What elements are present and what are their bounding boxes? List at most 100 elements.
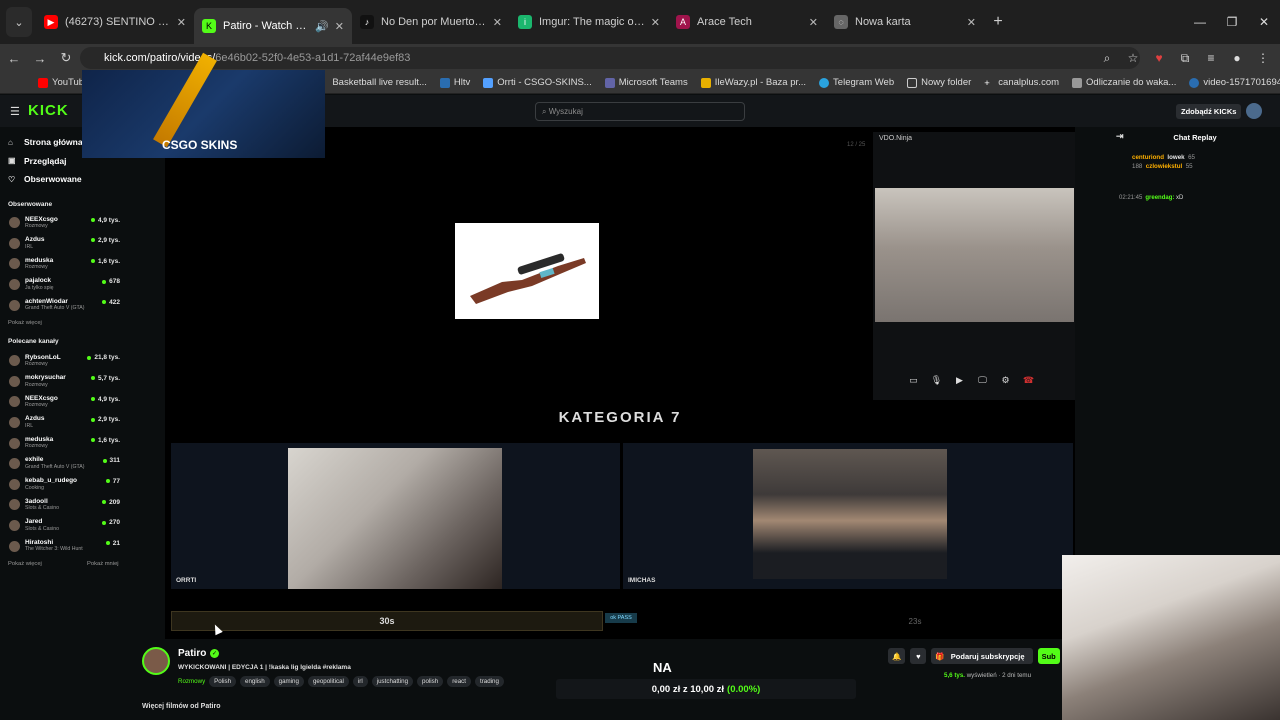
bookmark-orrti[interactable]: Orrti - CSGO-SKINS... bbox=[483, 77, 592, 88]
forward-icon[interactable]: → bbox=[28, 51, 52, 66]
recommended-list: RybsonLoL Rozmowy 21,8 tys. mokrysuchar Roz… bbox=[0, 350, 128, 556]
channel-item[interactable]: pajalock Ja tylko spię 678 bbox=[0, 274, 128, 295]
bookmark-folder[interactable]: Nowy folder bbox=[907, 77, 971, 88]
show-more-link[interactable]: Pokaż więcej bbox=[8, 561, 42, 567]
avatar[interactable] bbox=[1246, 103, 1262, 119]
mic-icon[interactable]: 🎙 bbox=[930, 375, 943, 386]
settings-icon[interactable]: ⚙ bbox=[999, 375, 1012, 386]
stream-info: Patiro ✓ WYKICKOWANI | EDYCJA 1 | !kaska… bbox=[128, 639, 1060, 720]
extension-icon[interactable]: ♥ bbox=[1148, 48, 1170, 68]
close-icon[interactable]: ✕ bbox=[967, 16, 976, 29]
tag[interactable]: react bbox=[447, 676, 471, 687]
channel-item[interactable]: kebab_u_rudego Cooking 77 bbox=[0, 474, 128, 495]
close-icon[interactable]: ✕ bbox=[651, 16, 660, 29]
bookmark-canalplus[interactable]: + canalplus.com bbox=[984, 77, 1059, 89]
channel-item[interactable]: meduska Rozmowy 1,6 tys. bbox=[0, 433, 128, 454]
verified-icon: ✓ bbox=[210, 649, 219, 658]
tab-4[interactable]: A Arace Tech ✕ bbox=[668, 7, 826, 37]
tag[interactable]: justchatting bbox=[371, 676, 414, 687]
channel-item[interactable]: Azdus IRL 2,9 tys. bbox=[0, 233, 128, 254]
url-field[interactable]: kick.com/patiro/videos/6e46b02-52f0-4e53… bbox=[80, 47, 1140, 69]
channel-item[interactable]: NEEXcsgo Rozmowy 4,9 tys. bbox=[0, 392, 128, 413]
minimize-icon[interactable]: — bbox=[1184, 15, 1216, 29]
close-icon[interactable]: ✕ bbox=[177, 16, 186, 29]
channel-item[interactable]: mokrysuchar Rozmowy 5,7 tys. bbox=[0, 371, 128, 392]
bookmark-hltv[interactable]: Hltv bbox=[439, 77, 470, 88]
channel-item[interactable]: Jared Slots & Casino 270 bbox=[0, 515, 128, 536]
subscribe-button[interactable]: Sub bbox=[1037, 648, 1060, 664]
close-icon[interactable]: ✕ bbox=[493, 16, 502, 29]
back-icon[interactable]: ← bbox=[2, 51, 26, 66]
show-more-link[interactable]: Pokaż więcej bbox=[8, 320, 128, 326]
bookmark-teams[interactable]: Microsoft Teams bbox=[604, 77, 688, 88]
bookmark-star-icon[interactable]: ☆ bbox=[1122, 48, 1144, 68]
hangup-icon[interactable]: ☎ bbox=[1022, 375, 1035, 386]
bookmark-odliczanie[interactable]: Odliczanie do waka... bbox=[1072, 77, 1176, 88]
video-player[interactable]: 12 / 25 VDO.Ninja ▭ 🎙 ▶ 🖵 ⚙ ☎ KATEGORIA bbox=[165, 127, 1075, 639]
speaker-icon[interactable]: 🔊 bbox=[315, 20, 329, 33]
playlist-icon[interactable]: ≡ bbox=[1200, 48, 1222, 68]
close-icon[interactable]: ✕ bbox=[809, 16, 818, 29]
bookmark-telegram[interactable]: Telegram Web bbox=[819, 77, 894, 88]
gifter-name[interactable]: centuriond bbox=[1132, 154, 1164, 161]
channel-item[interactable]: achtenWiodar Grand Theft Auto V (GTA) 422 bbox=[0, 295, 128, 316]
bookmark-ilewazy[interactable]: IleWazy.pl - Baza pr... bbox=[700, 77, 806, 88]
channel-item[interactable]: meduska Rozmowy 1,6 tys. bbox=[0, 254, 128, 275]
new-tab-button[interactable]: + bbox=[984, 7, 1012, 37]
gift-sub-button[interactable]: 🎁 Podaruj subskrypcję bbox=[931, 648, 1033, 664]
avatar bbox=[9, 499, 20, 511]
avatar bbox=[9, 520, 20, 532]
avatar bbox=[9, 375, 20, 387]
channel-item[interactable]: Hiratoshi The Witcher 3: Wild Hunt 21 bbox=[0, 536, 128, 557]
chat-icon[interactable]: ▭ bbox=[907, 375, 920, 386]
tab-1[interactable]: K Patiro - Watch the VOD on Kick 🔊 ✕ bbox=[194, 8, 352, 44]
reload-icon[interactable]: ↻ bbox=[54, 50, 78, 66]
bookmark-basketball[interactable]: Basketball live result... bbox=[332, 77, 427, 88]
sidebar: ⌂ Strona główna ▣ Przeglądaj ♡ Obserwowane … bbox=[0, 127, 128, 720]
tab-search-icon[interactable]: ⌄ bbox=[6, 7, 32, 37]
screen-share-icon[interactable]: 🖵 bbox=[976, 375, 989, 386]
menu-icon[interactable]: ⋮ bbox=[1252, 48, 1274, 68]
tag[interactable]: english bbox=[240, 676, 270, 687]
tag[interactable]: irl bbox=[352, 676, 368, 687]
gifter-name[interactable]: lowek bbox=[1167, 154, 1184, 161]
tag[interactable]: gaming bbox=[273, 676, 304, 687]
channel-item[interactable]: RybsonLoL Rozmowy 21,8 tys. bbox=[0, 350, 128, 371]
close-window-icon[interactable]: ✕ bbox=[1248, 15, 1280, 29]
profile-icon[interactable]: ● bbox=[1226, 48, 1248, 68]
rifle-icon bbox=[470, 253, 586, 304]
camera-icon[interactable]: ▶ bbox=[953, 375, 966, 386]
maximize-icon[interactable]: ❐ bbox=[1216, 15, 1248, 29]
channel-item[interactable]: Azdus IRL 2,9 tys. bbox=[0, 412, 128, 433]
extensions-icon[interactable]: ⧉ bbox=[1174, 48, 1196, 68]
tag[interactable]: trading bbox=[474, 676, 504, 687]
tag[interactable]: Polish bbox=[209, 676, 237, 687]
channel-avatar[interactable] bbox=[142, 647, 170, 675]
tab-2[interactable]: ♪ No Den por Muerto al Barça: La... ✕ bbox=[352, 7, 510, 37]
followed-list: NEEXcsgo Rozmowy 4,9 tys. Azdus IRL 2,9 tys.… bbox=[0, 213, 128, 316]
tab-title: (46273) SENTINO - CASABLANCA bbox=[65, 16, 171, 28]
tag[interactable]: geopolitical bbox=[307, 676, 349, 687]
collapse-icon[interactable]: ⇥ bbox=[1116, 131, 1124, 142]
tag[interactable]: polish bbox=[417, 676, 444, 687]
channel-item[interactable]: 3adooll Slots & Casino 209 bbox=[0, 495, 128, 516]
get-kicks-button[interactable]: Zdobądź KICKs bbox=[1176, 104, 1242, 119]
channel-item[interactable]: exhile Grand Theft Auto V (GTA) 311 bbox=[0, 453, 128, 474]
category-link[interactable]: Rozmowy bbox=[178, 676, 205, 687]
close-icon[interactable]: ✕ bbox=[335, 20, 344, 33]
kick-logo[interactable]: KICK bbox=[28, 102, 69, 119]
tab-3[interactable]: i Imgur: The magic of the Interne... ✕ bbox=[510, 7, 668, 37]
notification-icon[interactable]: 🔔 bbox=[888, 648, 906, 664]
tab-5[interactable]: ◌ Nowa karta ✕ bbox=[826, 7, 984, 37]
search-input[interactable]: ⌕ Wyszukaj bbox=[535, 102, 745, 121]
hamburger-icon[interactable]: ☰ bbox=[10, 105, 20, 118]
channel-name[interactable]: Patiro bbox=[178, 648, 206, 659]
bookmark-video[interactable]: video-1571701694 bbox=[1189, 77, 1280, 88]
zoom-icon[interactable]: ⌕ bbox=[1096, 48, 1118, 68]
sidebar-item-following[interactable]: ♡ Obserwowane bbox=[0, 170, 128, 189]
gifter-name[interactable]: czlowiekstul bbox=[1146, 163, 1182, 170]
tab-0[interactable]: ▶ (46273) SENTINO - CASABLANCA ✕ bbox=[36, 7, 194, 37]
show-less-link[interactable]: Pokaż mniej bbox=[87, 561, 119, 567]
follow-heart-icon[interactable]: ♥ bbox=[910, 648, 927, 664]
channel-item[interactable]: NEEXcsgo Rozmowy 4,9 tys. bbox=[0, 213, 128, 234]
